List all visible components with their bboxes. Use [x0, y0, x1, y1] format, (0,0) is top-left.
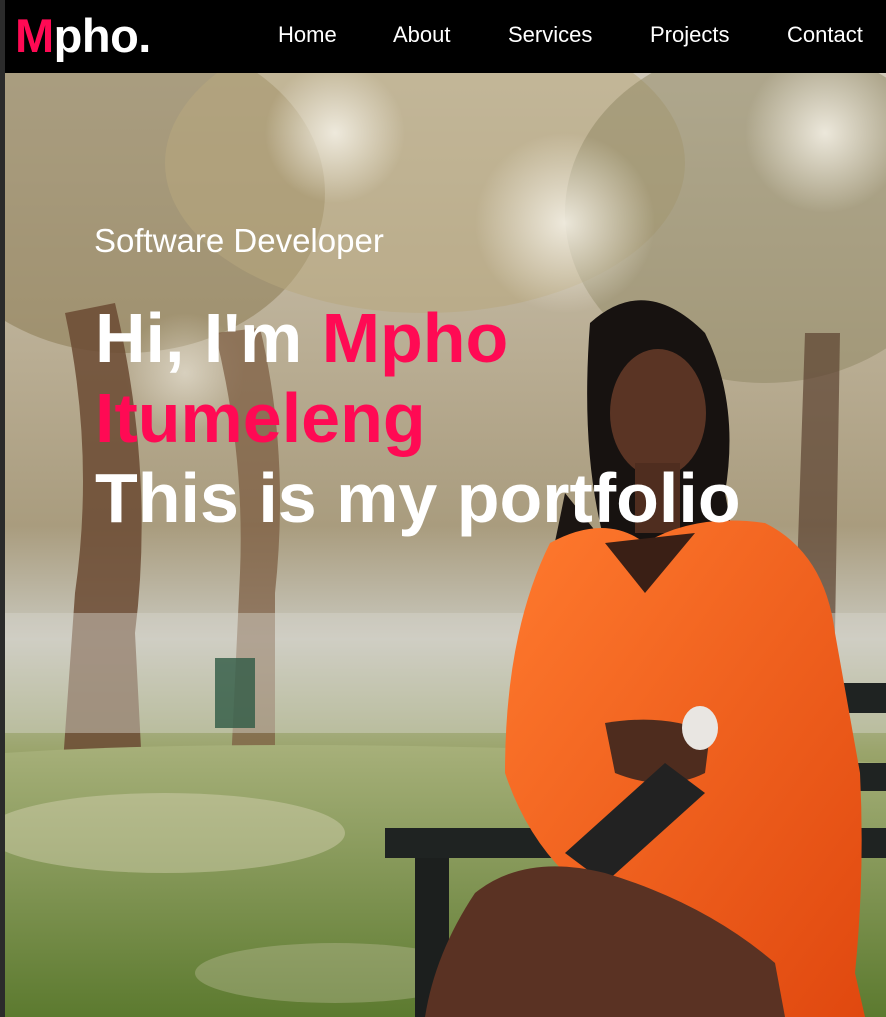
nav-link-home[interactable]: Home — [278, 22, 337, 48]
first-name: Mpho — [321, 299, 509, 377]
nav-link-services[interactable]: Services — [508, 22, 592, 48]
nav-link-contact[interactable]: Contact — [787, 22, 863, 48]
headline-line-1: Hi, I'm Mpho — [95, 298, 855, 378]
portfolio-page: Mpho. Home About Services Projects Conta… — [0, 0, 886, 1017]
greeting-text: Hi, I'm — [95, 299, 322, 377]
window-edge — [0, 0, 5, 1017]
last-name: Itumeleng — [95, 379, 426, 457]
nav-link-projects[interactable]: Projects — [650, 22, 729, 48]
hero-background-photo — [5, 73, 886, 1017]
nav-link-about[interactable]: About — [393, 22, 451, 48]
main-nav: Home About Services Projects Contact — [5, 0, 886, 73]
hero-subtitle: Software Developer — [94, 222, 384, 259]
tagline: This is my portfolio — [95, 459, 741, 537]
hero-photo — [5, 73, 886, 1017]
hero-headline: Hi, I'm Mpho Itumeleng This is my portfo… — [95, 298, 855, 538]
navbar: Mpho. Home About Services Projects Conta… — [5, 0, 886, 73]
